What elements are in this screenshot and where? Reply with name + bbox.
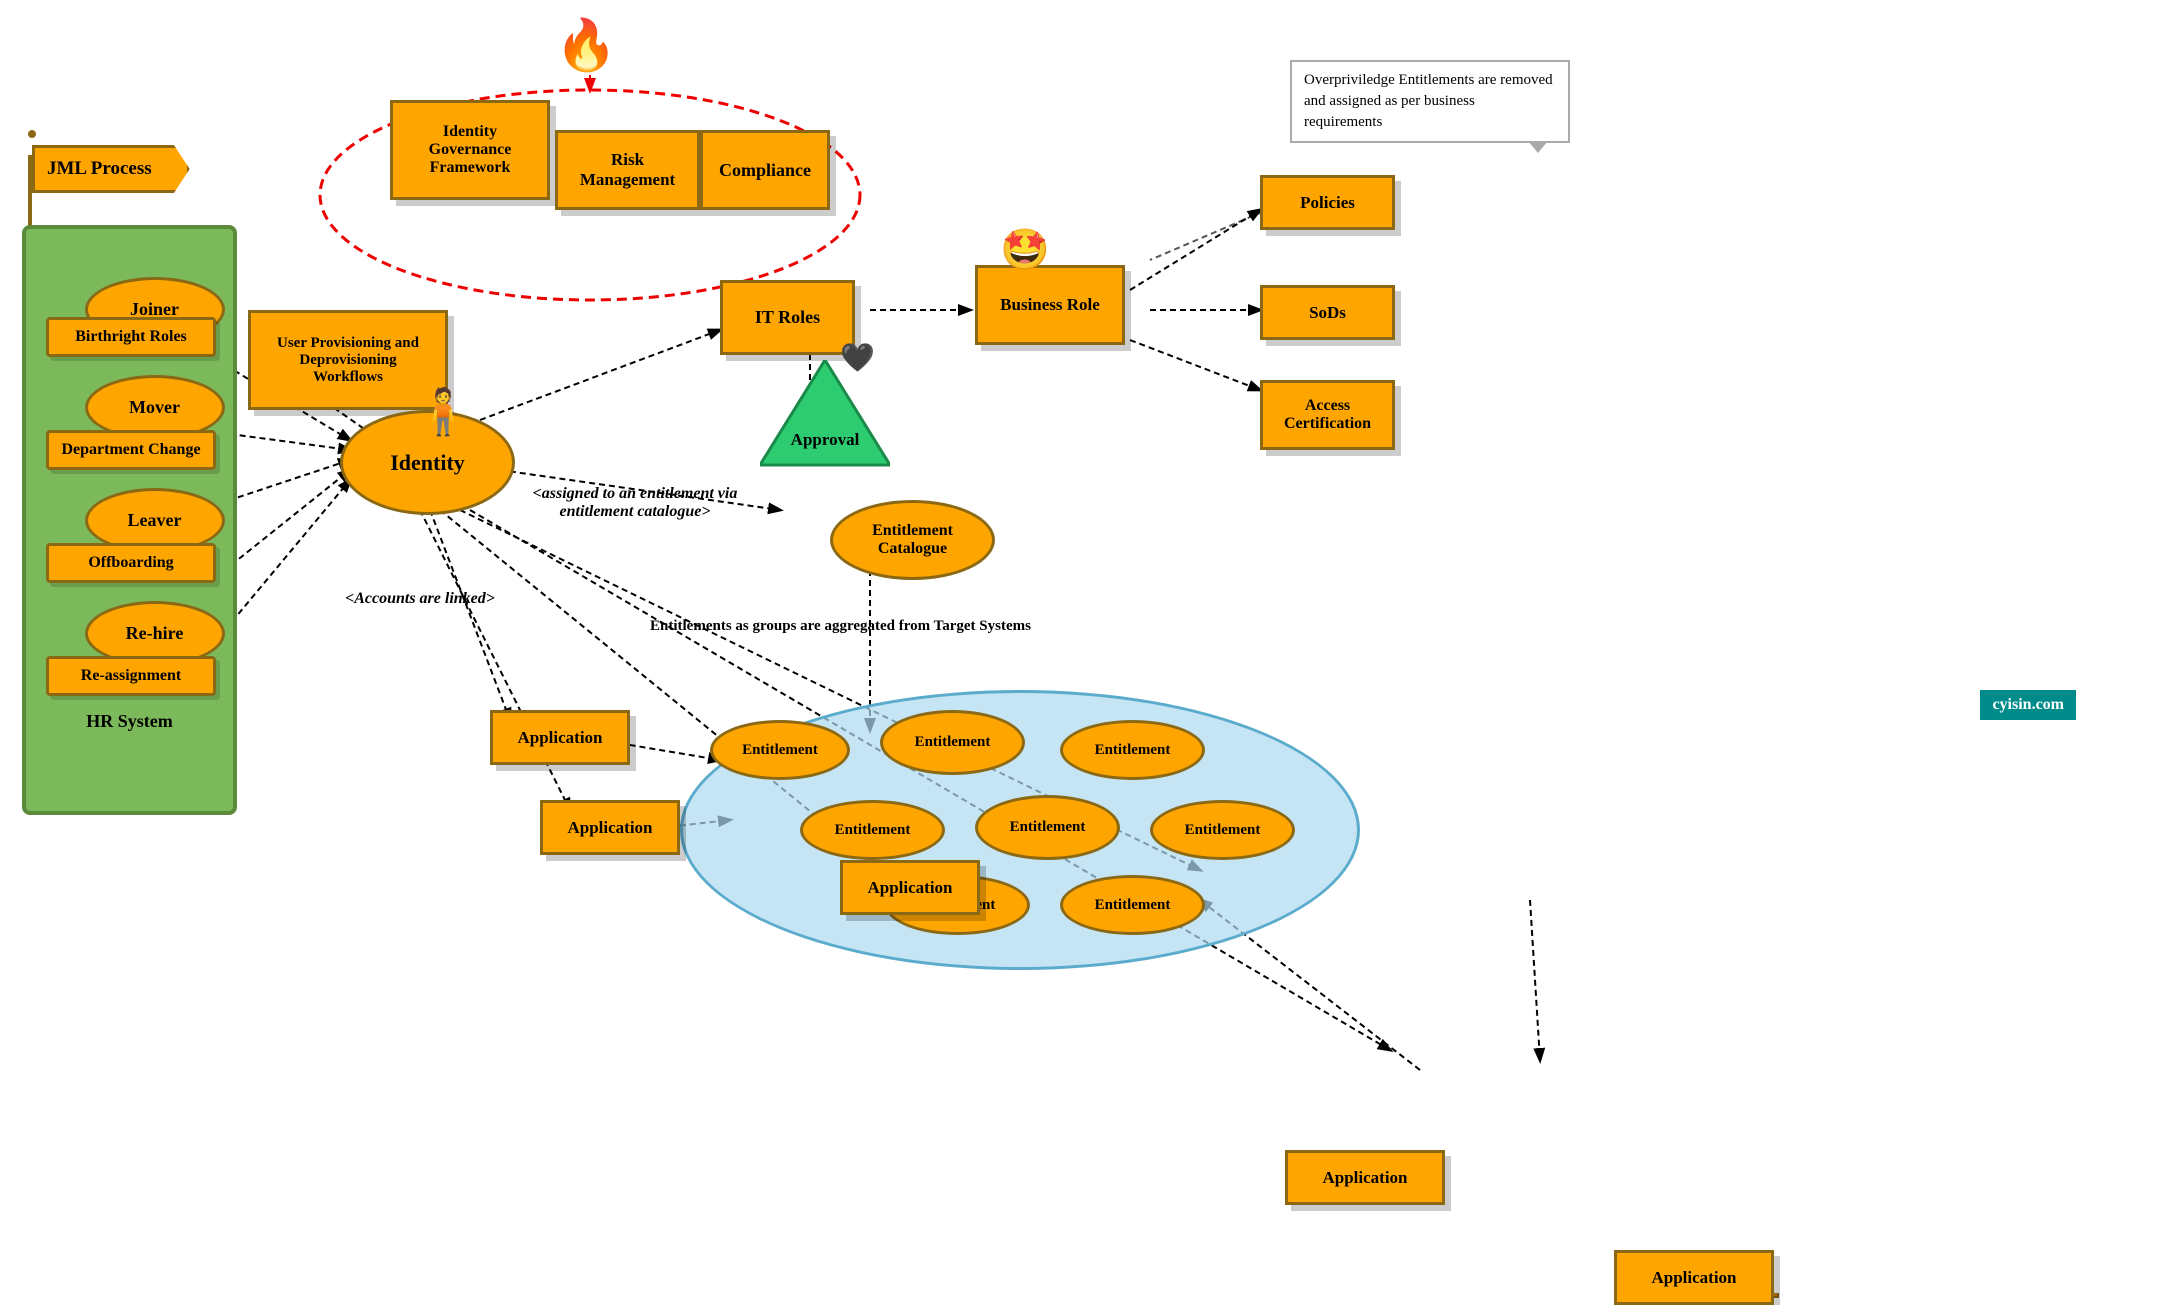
star-eyes-icon: 🤩	[1000, 230, 1050, 270]
risk-management-box: Risk Management	[555, 130, 700, 210]
sods-box: SoDs	[1260, 285, 1395, 340]
approval-triangle: Approval	[760, 360, 890, 475]
entitlement-oval-1: Entitlement	[710, 720, 850, 780]
application-box-5: Application	[1614, 1250, 1774, 1305]
entitlement-oval-4: Entitlement	[800, 800, 945, 860]
access-cert-box: Access Certification	[1260, 380, 1395, 450]
jml-banner: JML Process	[32, 145, 190, 193]
heart-icon: 🖤	[840, 345, 875, 373]
watermark-badge: cyisin.com	[1980, 690, 2076, 720]
diagram-container: 🔥 Identity Governance Framework Risk Man…	[0, 0, 2166, 1293]
it-roles-box: IT Roles	[720, 280, 855, 355]
entitlement-oval-2: Entitlement	[880, 710, 1025, 775]
flag-pole	[28, 155, 32, 235]
entitlement-oval-6: Entitlement	[1150, 800, 1295, 860]
hr-system-panel: Joiner Birthright Roles Mover Department…	[22, 225, 237, 815]
application-box-3: Application	[840, 860, 980, 915]
hr-system-label: HR System	[36, 711, 223, 732]
reassignment-box: Re-assignment	[46, 656, 216, 696]
entitlement-catalogue-oval: Entitlement Catalogue	[830, 500, 995, 580]
entitlement-oval-8: Entitlement	[1060, 875, 1205, 935]
connection-lines	[0, 0, 2166, 1293]
igf-box: Identity Governance Framework	[390, 100, 550, 200]
dept-change-box: Department Change	[46, 430, 216, 470]
svg-text:Approval: Approval	[791, 430, 860, 449]
policies-box: Policies	[1260, 175, 1395, 230]
note-callout: Overpriviledge Entitlements are removed …	[1290, 60, 1570, 143]
offboarding-box: Offboarding	[46, 543, 216, 583]
birthright-box: Birthright Roles	[46, 317, 216, 357]
entitlement-oval-5: Entitlement	[975, 795, 1120, 860]
flag-pole-top	[28, 130, 36, 138]
person-icon: 🧍	[415, 390, 471, 435]
application-box-2: Application	[540, 800, 680, 855]
flame-icon: 🔥	[555, 20, 617, 70]
application-box-1: Application	[490, 710, 630, 765]
business-role-box: Business Role	[975, 265, 1125, 345]
compliance-box: Compliance	[700, 130, 830, 210]
accounts-note: <Accounts are linked>	[320, 590, 520, 608]
entitlement-aggregated-note: Entitlements as groups are aggregated fr…	[650, 618, 1130, 635]
entitlement-oval-3: Entitlement	[1060, 720, 1205, 780]
application-box-4: Application	[1285, 1150, 1445, 1205]
assigned-note: <assigned to an entitlement via entitlem…	[510, 485, 760, 521]
